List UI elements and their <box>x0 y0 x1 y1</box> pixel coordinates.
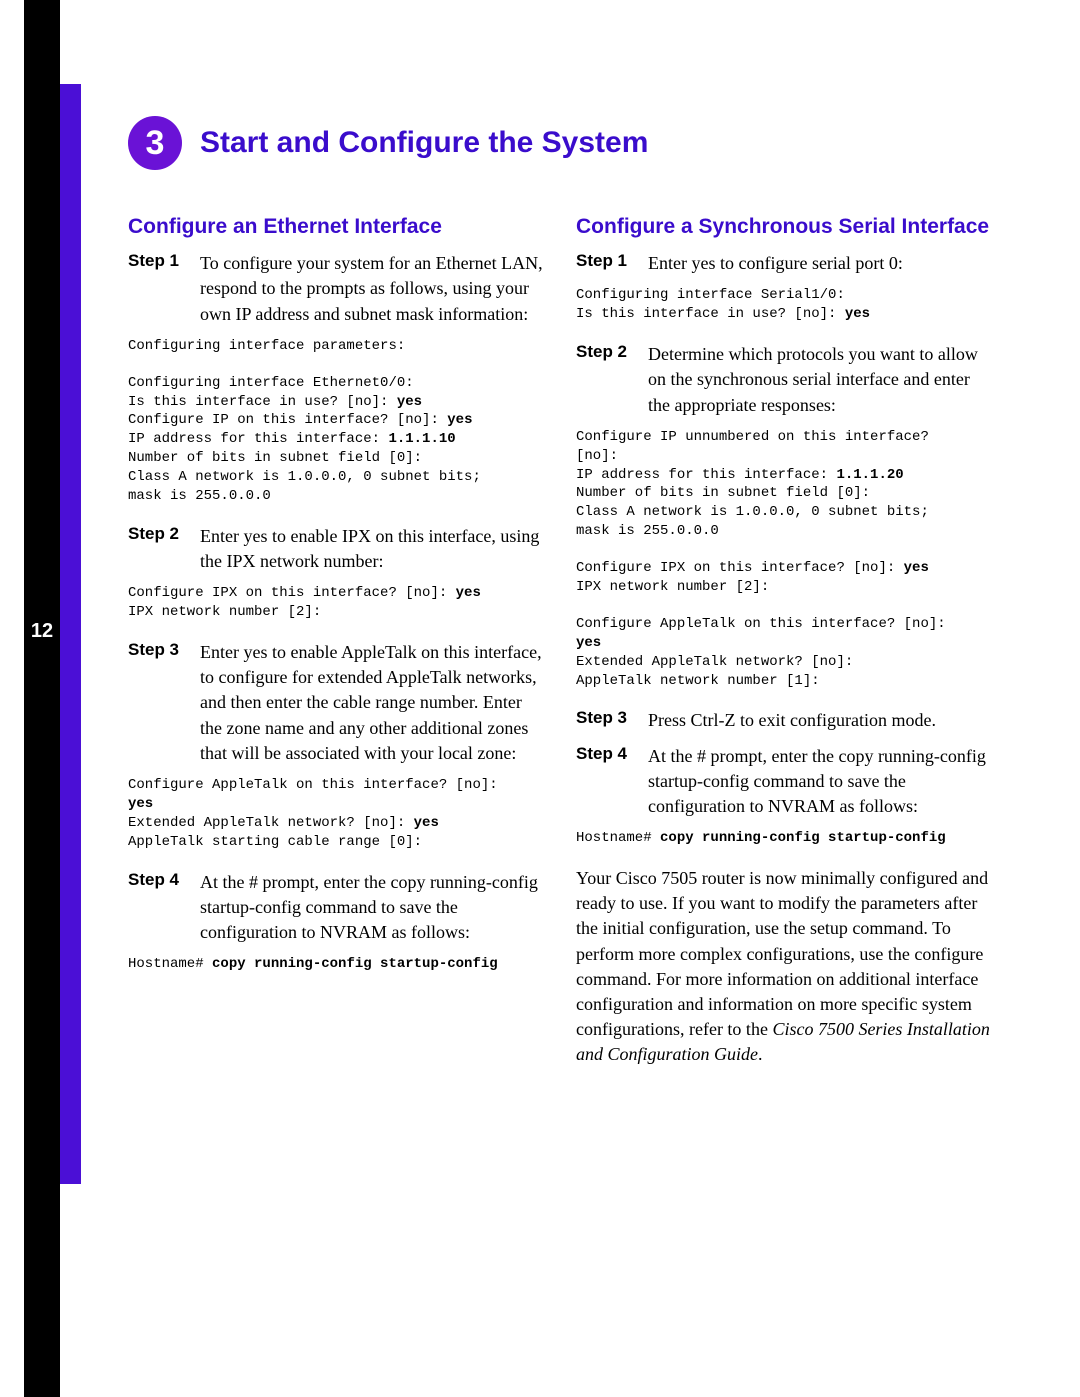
page-number: 12 <box>24 620 60 643</box>
step-label: Step 2 <box>128 524 200 574</box>
left-code-1b: Configuring interface Ethernet0/0: Is th… <box>128 374 548 506</box>
left-black-bar <box>24 0 60 1397</box>
step-body: Enter yes to enable AppleTalk on this in… <box>200 640 548 766</box>
step-label: Step 1 <box>576 251 648 276</box>
step-label: Step 2 <box>576 342 648 418</box>
right-code-2c: Configure AppleTalk on this interface? [… <box>576 615 996 691</box>
step-body: Enter yes to configure serial port 0: <box>648 251 903 276</box>
step-label: Step 4 <box>128 870 200 946</box>
left-step-3: Step 3 Enter yes to enable AppleTalk on … <box>128 640 548 766</box>
left-code-3: Configure AppleTalk on this interface? [… <box>128 776 548 852</box>
step-label: Step 1 <box>128 251 200 327</box>
step-label: Step 4 <box>576 744 648 820</box>
left-column: Configure an Ethernet Interface Step 1 T… <box>128 214 548 1068</box>
right-heading: Configure a Synchronous Serial Interface <box>576 214 996 239</box>
step-body: Enter yes to enable IPX on this interfac… <box>200 524 548 574</box>
right-code-2a: Configure IP unnumbered on this interfac… <box>576 428 996 541</box>
left-heading: Configure an Ethernet Interface <box>128 214 548 239</box>
step-label: Step 3 <box>576 708 648 733</box>
right-code-1: Configuring interface Serial1/0: Is this… <box>576 286 996 324</box>
section-title: Start and Configure the System <box>200 126 648 160</box>
section-header: 3 Start and Configure the System <box>128 116 1008 170</box>
closing-paragraph: Your Cisco 7505 router is now minimally … <box>576 866 996 1068</box>
left-purple-bar <box>60 84 81 1184</box>
left-step-4: Step 4 At the # prompt, enter the copy r… <box>128 870 548 946</box>
right-step-1: Step 1 Enter yes to configure serial por… <box>576 251 996 276</box>
right-code-2b: Configure IPX on this interface? [no]: y… <box>576 559 996 597</box>
right-step-4: Step 4 At the # prompt, enter the copy r… <box>576 744 996 820</box>
step-body: At the # prompt, enter the copy running-… <box>200 870 548 946</box>
left-step-1: Step 1 To configure your system for an E… <box>128 251 548 327</box>
left-code-4: Hostname# copy running-config startup-co… <box>128 955 548 974</box>
step-body: To configure your system for an Ethernet… <box>200 251 548 327</box>
right-step-3: Step 3 Press Ctrl-Z to exit configuratio… <box>576 708 996 733</box>
right-step-2: Step 2 Determine which protocols you wan… <box>576 342 996 418</box>
step-body: Press Ctrl-Z to exit configuration mode. <box>648 708 936 733</box>
left-step-2: Step 2 Enter yes to enable IPX on this i… <box>128 524 548 574</box>
step-label: Step 3 <box>128 640 200 766</box>
section-badge: 3 <box>128 116 182 170</box>
right-column: Configure a Synchronous Serial Interface… <box>576 214 996 1068</box>
left-code-2: Configure IPX on this interface? [no]: y… <box>128 584 548 622</box>
right-code-4: Hostname# copy running-config startup-co… <box>576 829 996 848</box>
step-body: Determine which protocols you want to al… <box>648 342 996 418</box>
step-body: At the # prompt, enter the copy running-… <box>648 744 996 820</box>
left-code-1a: Configuring interface parameters: <box>128 337 548 356</box>
page-content: 3 Start and Configure the System Configu… <box>128 116 1008 1068</box>
